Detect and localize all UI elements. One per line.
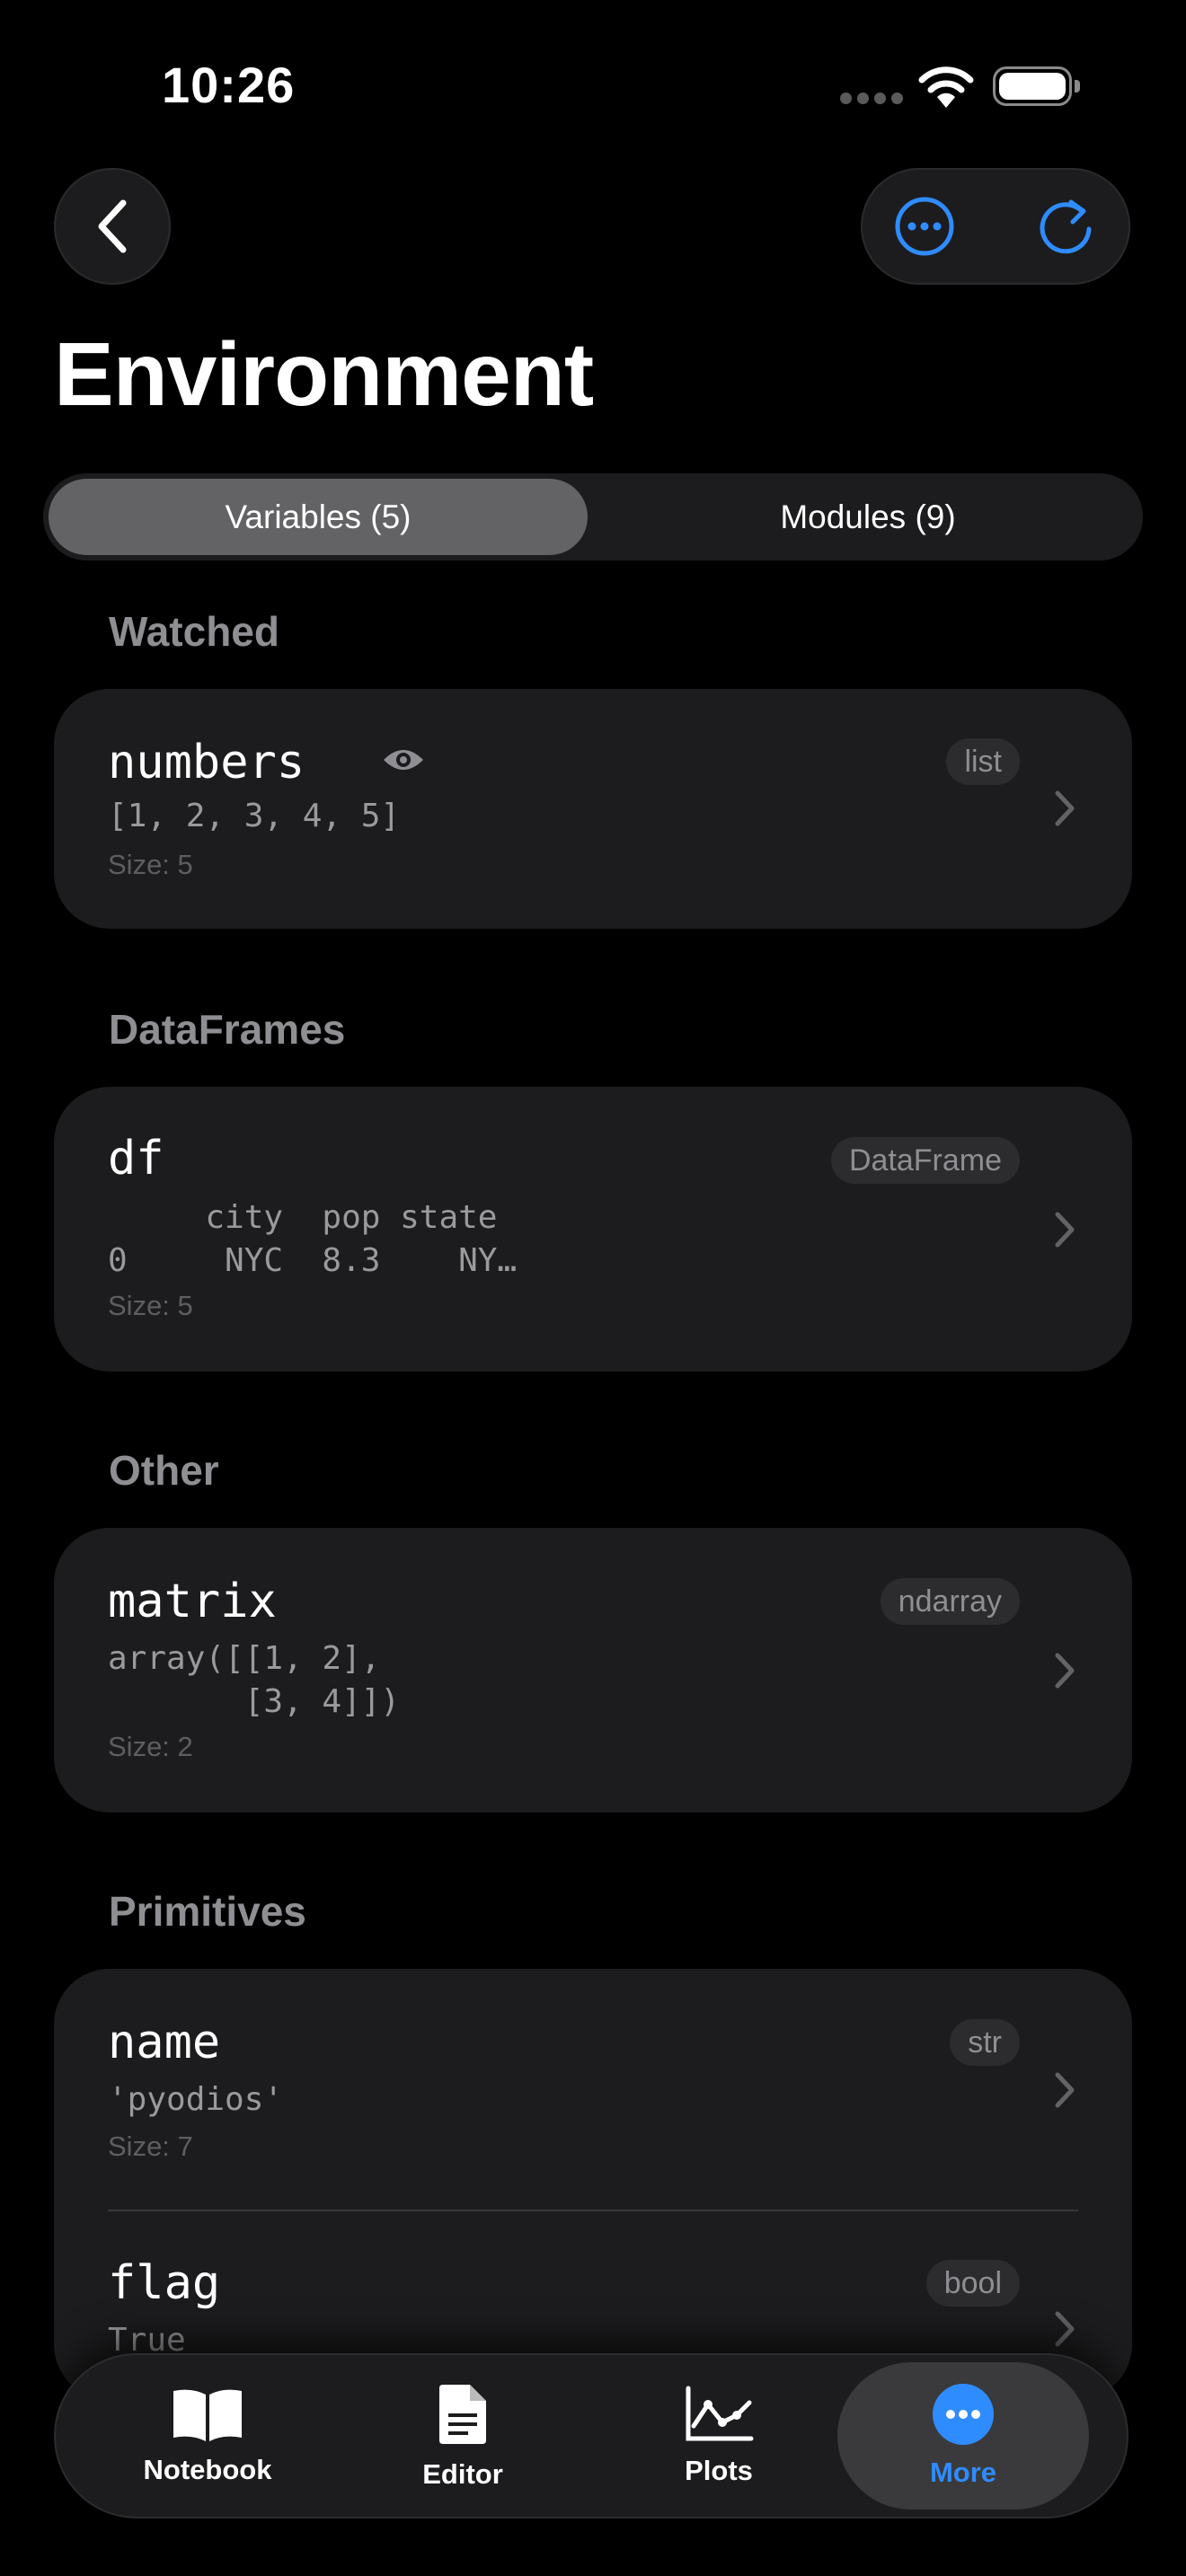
chevron-right-icon xyxy=(1051,2069,1078,2111)
refresh-icon xyxy=(1040,199,1092,254)
segmented-control: Variables (5) Modules (9) xyxy=(43,473,1143,560)
back-button[interactable] xyxy=(54,168,171,285)
refresh-button[interactable] xyxy=(1035,195,1098,258)
variable-name: df xyxy=(108,1132,164,1186)
variable-row-name[interactable]: name 'pyodios' Size: 7 str xyxy=(54,1969,1132,2210)
variable-value: city pop state 0 NYC 8.3 NY… xyxy=(108,1199,518,1279)
chevron-right-icon xyxy=(1051,1650,1078,1691)
variable-value: array([[1, 2], [3, 4]]) xyxy=(108,1640,401,1720)
chevron-right-icon xyxy=(1051,2308,1078,2350)
section-header-other: Other xyxy=(109,1447,219,1494)
more-ellipsis-icon xyxy=(895,197,954,256)
section-header-primitives: Primitives xyxy=(109,1888,306,1935)
variable-card-numbers[interactable]: numbers [1, 2, 3, 4, 5] Size: 5 list xyxy=(54,689,1132,929)
variable-size: Size: 7 xyxy=(108,2130,193,2162)
variable-card-matrix[interactable]: matrix array([[1, 2], [3, 4]]) Size: 2 n… xyxy=(54,1528,1132,1813)
document-icon xyxy=(439,2385,486,2444)
variable-value: [1, 2, 3, 4, 5] xyxy=(108,798,401,834)
ellipsis-circle-icon xyxy=(933,2384,994,2445)
tab-notebook[interactable]: Notebook xyxy=(82,2355,333,2517)
section-header-dataframes: DataFrames xyxy=(109,1006,346,1053)
back-chevron-icon xyxy=(98,199,127,253)
chevron-right-icon xyxy=(1051,788,1078,829)
wifi-icon xyxy=(916,65,976,114)
tab-label: Notebook xyxy=(143,2454,272,2485)
variable-name: flag xyxy=(108,2256,221,2310)
more-options-button[interactable] xyxy=(893,195,956,258)
book-icon xyxy=(173,2389,242,2441)
tab-label: More xyxy=(929,2457,997,2488)
tab-plots[interactable]: Plots xyxy=(593,2355,845,2517)
variable-name: name xyxy=(108,2016,221,2069)
section-header-watched: Watched xyxy=(109,608,279,655)
tab-editor[interactable]: Editor xyxy=(337,2355,589,2517)
type-badge: ndarray xyxy=(880,1578,1020,1625)
variable-size: Size: 5 xyxy=(108,1290,193,1321)
tab-modules[interactable]: Modules (9) xyxy=(598,479,1137,555)
chart-line-icon xyxy=(686,2386,754,2441)
chevron-right-icon xyxy=(1051,1209,1078,1250)
type-badge: DataFrame xyxy=(830,1137,1020,1184)
type-badge: str xyxy=(950,2019,1020,2066)
cellular-signal-icon xyxy=(840,93,908,109)
tab-more[interactable]: More xyxy=(837,2362,1089,2510)
variable-size: Size: 5 xyxy=(108,849,193,880)
variable-card-df[interactable]: df city pop state 0 NYC 8.3 NY… Size: 5 … xyxy=(54,1087,1132,1372)
tab-bar: Notebook Editor Plots More xyxy=(56,2355,1127,2517)
page-title: Environment xyxy=(54,324,594,425)
header-actions xyxy=(861,168,1130,285)
variable-name: matrix xyxy=(108,1575,277,1628)
type-badge: list xyxy=(946,738,1020,785)
battery-icon xyxy=(993,66,1080,106)
variable-name: numbers xyxy=(108,736,305,790)
tab-label: Editor xyxy=(422,2458,503,2490)
primitives-card: name 'pyodios' Size: 7 str flag True boo… xyxy=(54,1969,1132,2400)
eye-icon xyxy=(384,750,423,770)
variable-value: 'pyodios' xyxy=(108,2081,284,2118)
type-badge: bool xyxy=(925,2260,1020,2307)
tab-variables[interactable]: Variables (5) xyxy=(49,479,588,555)
variable-size: Size: 2 xyxy=(108,1731,193,1762)
status-time: 10:26 xyxy=(162,57,296,113)
tab-label: Plots xyxy=(685,2455,753,2486)
